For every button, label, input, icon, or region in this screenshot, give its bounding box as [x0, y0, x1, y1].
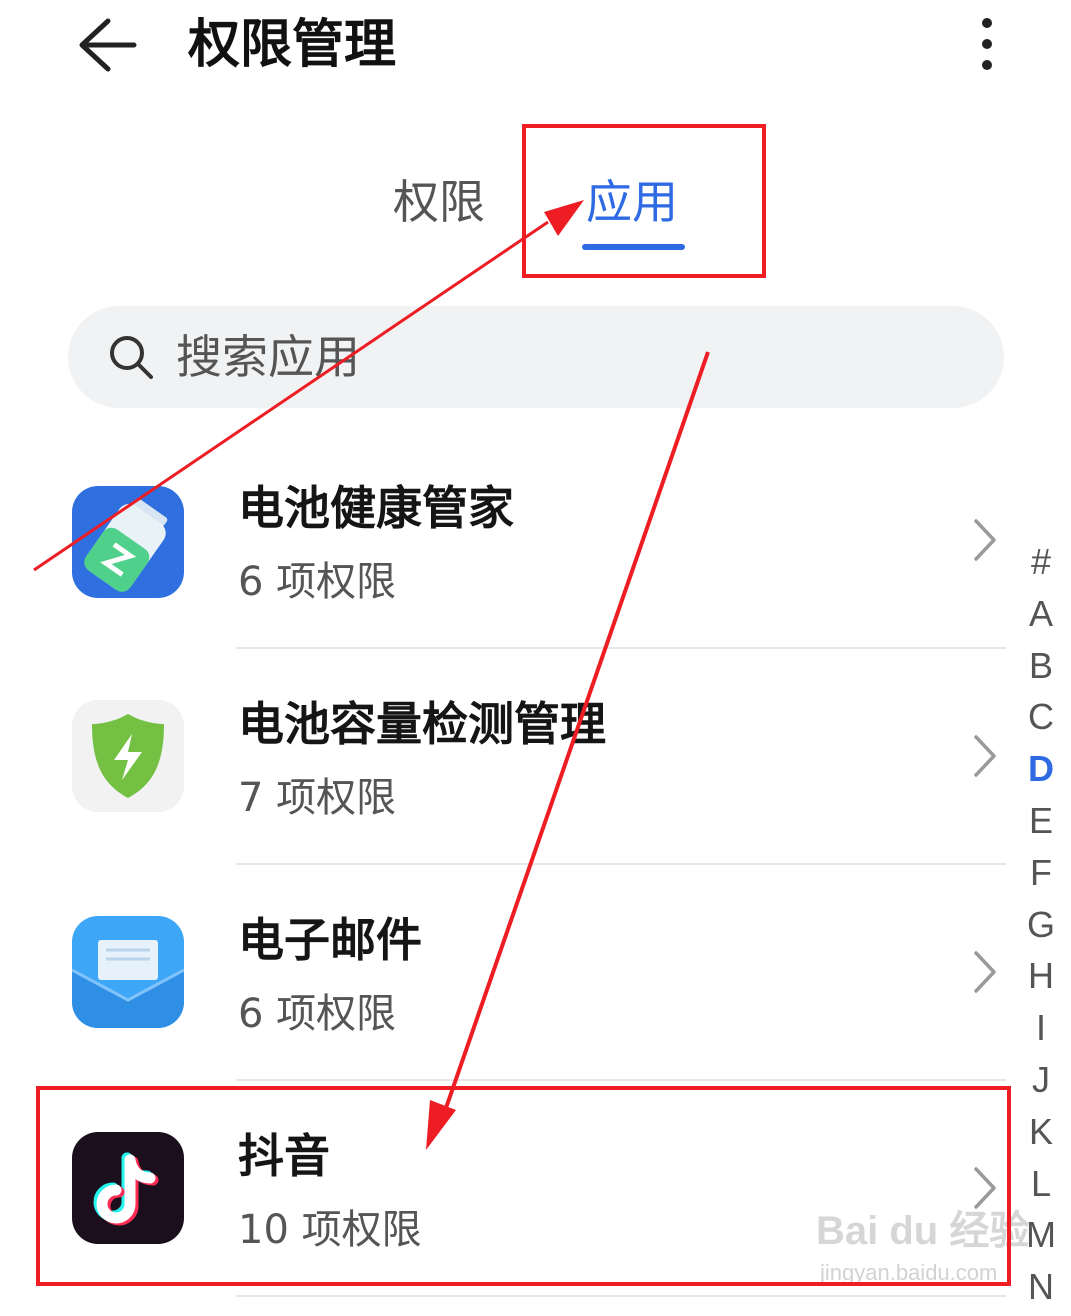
index-letter[interactable]: K — [1016, 1106, 1066, 1158]
search-icon — [110, 336, 153, 379]
index-letter[interactable]: J — [1016, 1054, 1066, 1106]
battery-health-icon — [72, 486, 184, 598]
app-permission-count: 7 项权限 — [238, 775, 397, 821]
more-vertical-icon-dot — [982, 60, 992, 70]
chevron-right-icon — [974, 951, 996, 993]
index-letter[interactable]: C — [1016, 691, 1066, 743]
email-icon — [72, 916, 184, 1028]
divider — [236, 1295, 1006, 1297]
index-letter[interactable]: N — [1016, 1261, 1066, 1313]
index-letter[interactable]: # — [1016, 536, 1066, 588]
index-letter[interactable]: H — [1016, 950, 1066, 1002]
index-letter[interactable]: A — [1016, 588, 1066, 640]
index-letter-active[interactable]: D — [1016, 743, 1066, 795]
index-letter[interactable]: B — [1016, 640, 1066, 692]
shield-bolt-icon — [72, 700, 184, 812]
back-button[interactable] — [66, 10, 146, 80]
tab-permissions[interactable]: 权限 — [380, 170, 498, 234]
index-letter[interactable]: E — [1016, 795, 1066, 847]
app-name: 电池健康管家 — [238, 481, 514, 535]
app-permission-count: 6 项权限 — [238, 991, 397, 1037]
app-name: 电子邮件 — [238, 913, 422, 967]
alphabet-index-bar[interactable]: # A B C D E F G H I J K L M N — [1016, 536, 1066, 1313]
highlight-box-apps-tab — [522, 124, 766, 278]
chevron-right-icon — [974, 735, 996, 777]
app-name: 电池容量检测管理 — [238, 697, 606, 751]
index-letter[interactable]: F — [1016, 847, 1066, 899]
index-letter[interactable]: G — [1016, 899, 1066, 951]
app-permission-count: 6 项权限 — [238, 559, 397, 605]
index-letter[interactable]: I — [1016, 1002, 1066, 1054]
page-title: 权限管理 — [188, 15, 397, 75]
more-vertical-icon-dot — [982, 39, 992, 49]
more-vertical-icon — [982, 18, 992, 28]
search-input[interactable]: 搜索应用 — [176, 324, 360, 390]
more-options-button[interactable] — [960, 8, 1014, 80]
arrow-left-icon — [79, 18, 137, 72]
chevron-right-icon — [974, 519, 996, 561]
highlight-box-douyin-row — [36, 1086, 1011, 1286]
